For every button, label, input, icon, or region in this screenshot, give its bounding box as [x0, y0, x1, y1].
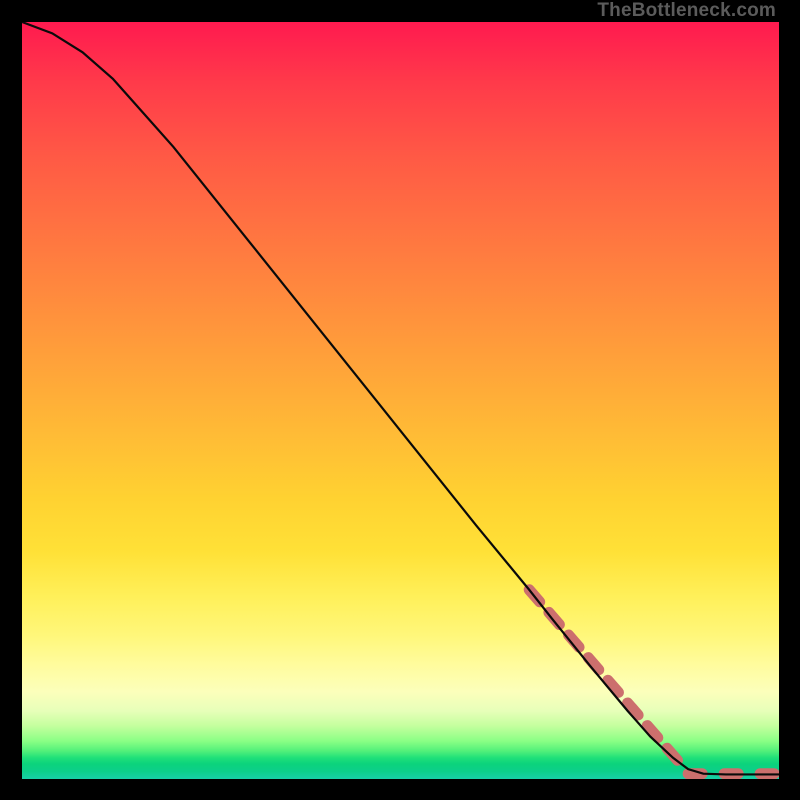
- chart-stage: TheBottleneck.com: [0, 0, 800, 800]
- plot-area: [22, 22, 779, 779]
- watermark-text: TheBottleneck.com: [597, 0, 776, 22]
